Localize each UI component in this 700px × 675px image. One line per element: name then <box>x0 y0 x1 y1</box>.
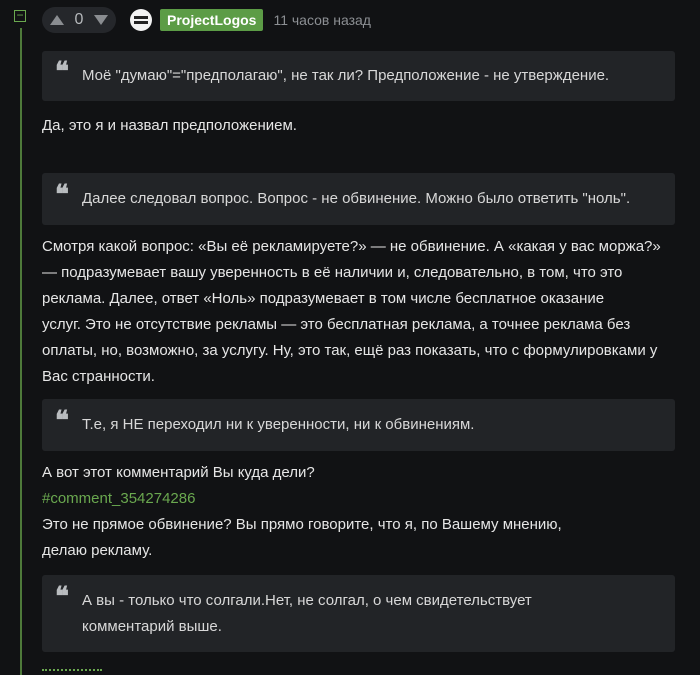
quote-text-1: Моё "думаю"="предполагаю", не так ли? Пр… <box>82 67 610 84</box>
comment-thread: − 0 ProjectLogos 11 часов назад ❝ Моё "д… <box>0 0 700 675</box>
paragraph-4-line: делаю рекламу. <box>42 542 153 559</box>
paragraph-2-line: услуг. Это не отсутствие рекламы — это б… <box>42 316 631 333</box>
quote-text-3: Т.е, я НЕ переходил ни к уверенности, ни… <box>82 416 475 433</box>
comment-time[interactable]: 11 часов назад <box>273 12 371 28</box>
paragraph-3: А вот этот комментарий Вы куда дели? #co… <box>42 460 682 564</box>
quote-block-4: ❝ А вы - только что солгали.Нет, не солг… <box>42 575 675 652</box>
paragraph-1: Да, это я и назвал предположением. <box>42 117 297 134</box>
quote-block-2: ❝ Далее следовал вопрос. Вопрос - не обв… <box>42 173 675 225</box>
paragraph-2-line: — подразумевает вашу уверенность в её на… <box>42 264 623 281</box>
paragraph-3-line: А вот этот комментарий Вы куда дели? <box>42 464 315 481</box>
collapse-toggle[interactable]: − <box>14 8 26 22</box>
thread-line[interactable] <box>20 28 22 675</box>
quote-text-2: Далее следовал вопрос. Вопрос - не обвин… <box>82 190 631 207</box>
quote-icon: ❝ <box>55 57 69 87</box>
paragraph-2: Смотря какой вопрос: «Вы её рекламируете… <box>42 234 682 390</box>
comment-header: 0 ProjectLogos 11 часов назад <box>42 7 371 33</box>
collapse-icon: − <box>16 8 24 22</box>
quote-text-4: А вы - только что солгали.Нет, не солгал… <box>42 588 675 640</box>
quote-block-3: ❝ Т.е, я НЕ переходил ни к уверенности, … <box>42 399 675 451</box>
vote-box: 0 <box>42 7 116 33</box>
comment-link[interactable]: #comment_354274286 <box>42 486 682 512</box>
paragraph-2-line: Смотря какой вопрос: «Вы её рекламируете… <box>42 238 661 255</box>
quote-block-1: ❝ Моё "думаю"="предполагаю", не так ли? … <box>42 51 675 101</box>
paragraph-2-line: Вас странности. <box>42 368 155 385</box>
quote-4-line: А вы - только что солгали.Нет, не солгал… <box>82 592 532 609</box>
reply-link[interactable] <box>42 669 102 675</box>
paragraph-2-line: реклама. Далее, ответ «Ноль» подразумева… <box>42 290 605 307</box>
upvote-icon[interactable] <box>50 15 64 25</box>
quote-icon: ❝ <box>55 180 69 210</box>
vote-count: 0 <box>74 11 84 28</box>
paragraph-2-line: оплаты, но, возможно, за услугу. Ну, это… <box>42 342 658 359</box>
avatar[interactable] <box>130 9 152 31</box>
quote-icon: ❝ <box>55 406 69 436</box>
paragraph-4-line: Это не прямое обвинение? Вы прямо говори… <box>42 516 562 533</box>
quote-icon: ❝ <box>55 582 69 612</box>
quote-4-line: комментарий выше. <box>82 618 222 635</box>
author-name[interactable]: ProjectLogos <box>160 9 264 31</box>
downvote-icon[interactable] <box>94 15 108 25</box>
